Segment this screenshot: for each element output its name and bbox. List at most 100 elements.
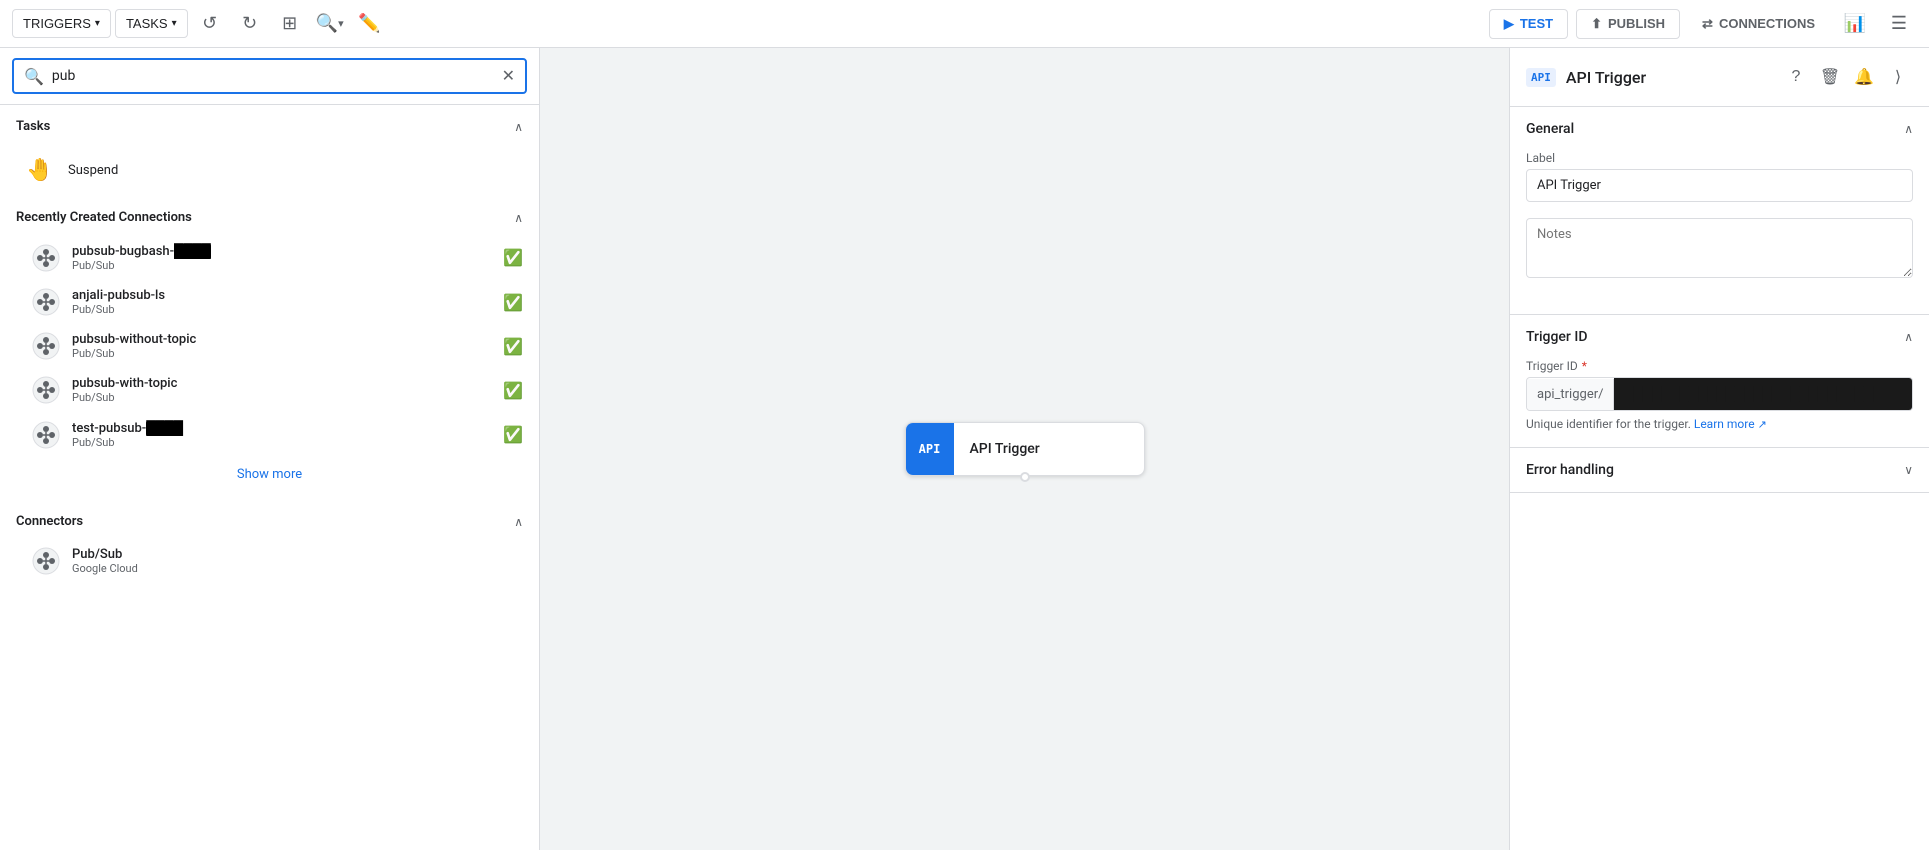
pubsub-icon-2 bbox=[32, 332, 60, 360]
suspend-task-item[interactable]: 🤚 Suspend bbox=[0, 144, 539, 196]
pubsub-icon-4 bbox=[32, 421, 60, 449]
recently-created-caret-icon: ∧ bbox=[514, 211, 523, 225]
conn-type-4: Pub/Sub bbox=[72, 436, 491, 449]
help-icon: ? bbox=[1792, 68, 1801, 86]
layout-button[interactable]: ⊞ bbox=[272, 6, 308, 42]
right-panel-title: API Trigger bbox=[1566, 68, 1771, 87]
conn-name-3: pubsub-with-topic bbox=[72, 376, 491, 391]
notes-field-textarea[interactable] bbox=[1526, 218, 1913, 278]
conn-type-1: Pub/Sub bbox=[72, 303, 491, 316]
delete-button[interactable]: 🗑 bbox=[1815, 62, 1845, 92]
general-section-caret-icon: ∧ bbox=[1904, 122, 1913, 136]
suspend-task-icon: 🤚 bbox=[24, 154, 56, 186]
redo-button[interactable]: ↻ bbox=[232, 6, 268, 42]
expand-button[interactable]: ⟩ bbox=[1883, 62, 1913, 92]
trigger-id-hint: Unique identifier for the trigger. Learn… bbox=[1526, 417, 1913, 431]
show-more-link[interactable]: Show more bbox=[0, 457, 539, 492]
required-star: * bbox=[1582, 359, 1587, 373]
analytics-button[interactable]: 📊 bbox=[1837, 6, 1873, 42]
connector-pubsub-item[interactable]: Pub/Sub Google Cloud bbox=[0, 539, 539, 583]
connectors-section-header[interactable]: Connectors ∧ bbox=[0, 500, 539, 539]
triggers-button[interactable]: TRIGGERS ▾ bbox=[12, 9, 111, 38]
triggers-caret-icon: ▾ bbox=[95, 18, 100, 29]
publish-button[interactable]: ⬆ PUBLISH bbox=[1576, 9, 1680, 39]
edit-button[interactable]: ✏️ bbox=[352, 6, 388, 42]
general-section: General ∧ Label bbox=[1510, 107, 1929, 315]
connector-name-pubsub: Pub/Sub bbox=[72, 547, 523, 562]
conn-item-3[interactable]: pubsub-with-topic Pub/Sub ✅ bbox=[0, 368, 539, 412]
recently-created-section-title: Recently Created Connections bbox=[16, 210, 192, 225]
conn-info-0: pubsub-bugbash-████ Pub/Sub bbox=[72, 243, 491, 272]
tasks-section-title: Tasks bbox=[16, 119, 50, 134]
trigger-id-value[interactable]: ████████████████████████████ bbox=[1614, 378, 1912, 410]
connections-label: CONNECTIONS bbox=[1719, 16, 1815, 31]
conn-name-1: anjali-pubsub-ls bbox=[72, 288, 491, 303]
general-section-header[interactable]: General ∧ bbox=[1510, 107, 1929, 151]
zoom-button[interactable]: 🔍 ▾ bbox=[312, 6, 348, 42]
general-section-title: General bbox=[1526, 121, 1574, 137]
conn-item-4[interactable]: test-pubsub-████ Pub/Sub ✅ bbox=[0, 412, 539, 457]
suspend-task-label: Suspend bbox=[68, 163, 118, 178]
help-button[interactable]: ? bbox=[1781, 62, 1811, 92]
connectors-caret-icon: ∧ bbox=[514, 515, 523, 529]
conn-type-3: Pub/Sub bbox=[72, 391, 491, 404]
layout-icon: ⊞ bbox=[282, 13, 297, 34]
edit-icon: ✏️ bbox=[358, 13, 380, 34]
tasks-label: TASKS bbox=[126, 16, 168, 31]
conn-status-icon-2: ✅ bbox=[503, 337, 523, 356]
hand-icon: 🤚 bbox=[26, 158, 53, 183]
trigger-id-section-title: Trigger ID bbox=[1526, 329, 1587, 345]
pubsub-icon-3 bbox=[32, 376, 60, 404]
clear-search-button[interactable]: ✕ bbox=[502, 66, 515, 86]
api-trigger-node-label: API Trigger bbox=[954, 441, 1056, 457]
pubsub-icon-1 bbox=[32, 288, 60, 316]
recently-created-section-header[interactable]: Recently Created Connections ∧ bbox=[0, 196, 539, 235]
redo-icon: ↻ bbox=[242, 13, 257, 34]
trigger-id-input-row: api_trigger/ ███████████████████████████… bbox=[1526, 377, 1913, 411]
search-input[interactable] bbox=[52, 68, 494, 84]
bookmark-button[interactable]: 🔔 bbox=[1849, 62, 1879, 92]
error-handling-section-caret-icon: ∨ bbox=[1904, 463, 1913, 477]
connector-subtitle-pubsub: Google Cloud bbox=[72, 562, 523, 575]
connector-pubsub-icon bbox=[32, 547, 60, 575]
label-field-input[interactable] bbox=[1526, 169, 1913, 202]
tasks-button[interactable]: TASKS ▾ bbox=[115, 9, 188, 38]
right-panel-header: API API Trigger ? 🗑 🔔 ⟩ bbox=[1510, 48, 1929, 107]
conn-status-icon-1: ✅ bbox=[503, 293, 523, 312]
conn-item-2[interactable]: pubsub-without-topic Pub/Sub ✅ bbox=[0, 324, 539, 368]
api-trigger-node[interactable]: API API Trigger bbox=[905, 422, 1145, 476]
error-handling-section-header[interactable]: Error handling ∨ bbox=[1510, 448, 1929, 492]
trigger-id-section-header[interactable]: Trigger ID ∧ bbox=[1510, 315, 1929, 359]
undo-button[interactable]: ↺ bbox=[192, 6, 228, 42]
main-layout: 🔍 ✕ Tasks ∧ 🤚 Suspend Re bbox=[0, 48, 1929, 850]
conn-item-1[interactable]: anjali-pubsub-ls Pub/Sub ✅ bbox=[0, 280, 539, 324]
tasks-section-header[interactable]: Tasks ∧ bbox=[0, 105, 539, 144]
tasks-section-caret-icon: ∧ bbox=[514, 120, 523, 134]
menu-button[interactable]: ☰ bbox=[1881, 6, 1917, 42]
api-trigger-node-badge: API bbox=[919, 442, 941, 456]
label-field-group: Label bbox=[1526, 151, 1913, 202]
expand-icon: ⟩ bbox=[1895, 67, 1901, 87]
canvas-node-connector-dot bbox=[1020, 472, 1030, 482]
test-button[interactable]: ▶ TEST bbox=[1489, 9, 1568, 39]
zoom-icon: 🔍 bbox=[316, 13, 338, 34]
left-panel: 🔍 ✕ Tasks ∧ 🤚 Suspend Re bbox=[0, 48, 540, 850]
error-handling-section-title: Error handling bbox=[1526, 462, 1614, 478]
trigger-id-section: Trigger ID ∧ Trigger ID * api_trigger/ █… bbox=[1510, 315, 1929, 448]
connections-icon: ⇄ bbox=[1702, 16, 1713, 32]
trigger-id-section-caret-icon: ∧ bbox=[1904, 330, 1913, 344]
conn-info-1: anjali-pubsub-ls Pub/Sub bbox=[72, 288, 491, 316]
undo-icon: ↺ bbox=[202, 13, 217, 34]
publish-label: PUBLISH bbox=[1608, 16, 1665, 31]
connections-button[interactable]: ⇄ CONNECTIONS bbox=[1688, 10, 1829, 38]
external-link-icon: ↗ bbox=[1758, 418, 1767, 431]
label-field-label: Label bbox=[1526, 151, 1913, 165]
api-trigger-node-icon-bg: API bbox=[906, 423, 954, 475]
learn-more-link[interactable]: Learn more ↗ bbox=[1694, 417, 1767, 431]
bookmark-icon: 🔔 bbox=[1854, 67, 1874, 87]
delete-icon: 🗑 bbox=[1820, 67, 1840, 87]
conn-info-2: pubsub-without-topic Pub/Sub bbox=[72, 332, 491, 360]
conn-item-0[interactable]: pubsub-bugbash-████ Pub/Sub ✅ bbox=[0, 235, 539, 280]
conn-status-icon-0: ✅ bbox=[503, 248, 523, 267]
analytics-icon: 📊 bbox=[1844, 13, 1866, 34]
